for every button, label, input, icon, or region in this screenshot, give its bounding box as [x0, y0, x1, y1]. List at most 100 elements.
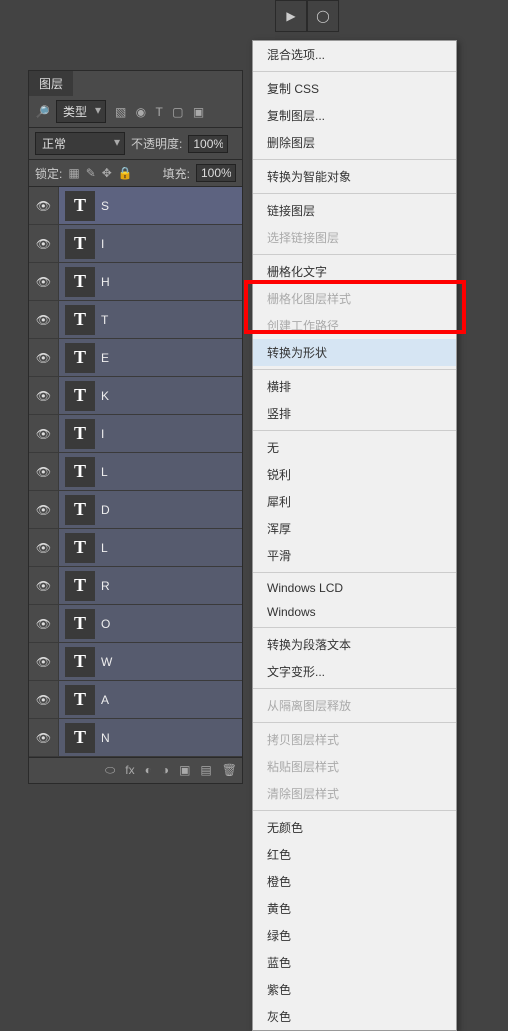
menu-separator — [253, 159, 456, 160]
layer-row[interactable]: 👁TK — [29, 377, 242, 415]
layer-name-label: E — [101, 351, 109, 365]
lock-move-icon[interactable]: ✥ — [102, 166, 112, 180]
trash-icon[interactable]: 🗑 — [222, 763, 237, 778]
menu-item: 清除图层样式 — [253, 780, 456, 807]
link-icon[interactable]: ⬭ — [105, 763, 115, 778]
type-layer-thumb: T — [65, 571, 95, 601]
visibility-eye-icon[interactable]: 👁 — [29, 605, 59, 642]
menu-item[interactable]: 黄色 — [253, 895, 456, 922]
type-layer-thumb: T — [65, 609, 95, 639]
lock-pixels-icon[interactable]: ▦ — [68, 166, 79, 180]
menu-separator — [253, 254, 456, 255]
menu-item[interactable]: 栅格化文字 — [253, 258, 456, 285]
lock-brush-icon[interactable]: ✎ — [86, 166, 96, 180]
menu-item[interactable]: 灰色 — [253, 1003, 456, 1030]
menu-item[interactable]: 复制图层... — [253, 102, 456, 129]
visibility-eye-icon[interactable]: 👁 — [29, 681, 59, 718]
visibility-eye-icon[interactable]: 👁 — [29, 415, 59, 452]
layer-name-label: N — [101, 731, 110, 745]
type-layer-thumb: T — [65, 267, 95, 297]
layer-row[interactable]: 👁TN — [29, 719, 242, 757]
menu-item[interactable]: 链接图层 — [253, 197, 456, 224]
fx-icon[interactable]: fx — [125, 763, 134, 778]
blend-mode-dropdown[interactable]: 正常 — [35, 132, 125, 155]
visibility-eye-icon[interactable]: 👁 — [29, 453, 59, 490]
layer-row[interactable]: 👁TW — [29, 643, 242, 681]
mask-icon[interactable]: ◐ — [145, 763, 152, 778]
menu-item[interactable]: 红色 — [253, 841, 456, 868]
type-layer-thumb: T — [65, 533, 95, 563]
type-layer-thumb: T — [65, 343, 95, 373]
layer-row[interactable]: 👁TL — [29, 453, 242, 491]
filter-smart-icon[interactable]: ▣ — [193, 105, 204, 119]
menu-item[interactable]: 转换为形状 — [253, 339, 456, 366]
menu-item[interactable]: 浑厚 — [253, 515, 456, 542]
layer-row[interactable]: 👁TT — [29, 301, 242, 339]
type-layer-thumb: T — [65, 495, 95, 525]
lock-label: 锁定: — [35, 165, 62, 182]
visibility-eye-icon[interactable]: 👁 — [29, 529, 59, 566]
layer-row[interactable]: 👁TA — [29, 681, 242, 719]
filter-type-dropdown[interactable]: 类型 — [56, 100, 106, 123]
menu-item[interactable]: 复制 CSS — [253, 75, 456, 102]
menu-item[interactable]: 删除图层 — [253, 129, 456, 156]
visibility-eye-icon[interactable]: 👁 — [29, 339, 59, 376]
menu-item[interactable]: 横排 — [253, 373, 456, 400]
panel-tab-layers[interactable]: 图层 — [29, 71, 73, 96]
type-layer-thumb: T — [65, 381, 95, 411]
menu-item[interactable]: 转换为智能对象 — [253, 163, 456, 190]
lasso-tool[interactable]: ◯ — [307, 0, 339, 32]
menu-separator — [253, 810, 456, 811]
menu-item[interactable]: 无颜色 — [253, 814, 456, 841]
filter-fx-icon[interactable]: ◉ — [136, 105, 146, 119]
menu-item[interactable]: 混合选项... — [253, 41, 456, 68]
layer-name-label: K — [101, 389, 109, 403]
visibility-eye-icon[interactable]: 👁 — [29, 225, 59, 262]
visibility-eye-icon[interactable]: 👁 — [29, 643, 59, 680]
filter-row: 🔎 类型 ▧ ◉ T ▢ ▣ — [29, 96, 242, 128]
filter-text-icon[interactable]: T — [155, 105, 162, 119]
opacity-input[interactable] — [188, 135, 228, 153]
fill-input[interactable] — [196, 164, 236, 182]
visibility-eye-icon[interactable]: 👁 — [29, 377, 59, 414]
menu-item[interactable]: Windows LCD — [253, 576, 456, 600]
menu-item[interactable]: 转换为段落文本 — [253, 631, 456, 658]
menu-item[interactable]: 犀利 — [253, 488, 456, 515]
menu-item[interactable]: 文字变形... — [253, 658, 456, 685]
new-layer-icon[interactable]: ▤ — [200, 763, 211, 778]
layer-row[interactable]: 👁TO — [29, 605, 242, 643]
layer-row[interactable]: 👁TL — [29, 529, 242, 567]
play-tool[interactable]: ▶ — [275, 0, 307, 32]
visibility-eye-icon[interactable]: 👁 — [29, 263, 59, 300]
lock-all-icon[interactable]: 🔒 — [118, 166, 133, 180]
visibility-eye-icon[interactable]: 👁 — [29, 301, 59, 338]
menu-item[interactable]: 平滑 — [253, 542, 456, 569]
visibility-eye-icon[interactable]: 👁 — [29, 567, 59, 604]
layer-row[interactable]: 👁TI — [29, 415, 242, 453]
visibility-eye-icon[interactable]: 👁 — [29, 187, 59, 224]
menu-item[interactable]: 紫色 — [253, 976, 456, 1003]
menu-item[interactable]: Windows — [253, 600, 456, 624]
layer-row[interactable]: 👁TD — [29, 491, 242, 529]
filter-shape-icon[interactable]: ▢ — [172, 105, 183, 119]
layer-row[interactable]: 👁TE — [29, 339, 242, 377]
menu-item[interactable]: 竖排 — [253, 400, 456, 427]
filter-image-icon[interactable]: ▧ — [115, 105, 126, 119]
menu-item[interactable]: 绿色 — [253, 922, 456, 949]
adjustment-icon[interactable]: ◑ — [162, 763, 169, 778]
visibility-eye-icon[interactable]: 👁 — [29, 719, 59, 756]
visibility-eye-icon[interactable]: 👁 — [29, 491, 59, 528]
layer-name-label: H — [101, 275, 110, 289]
context-menu: 混合选项...复制 CSS复制图层...删除图层转换为智能对象链接图层选择链接图… — [252, 40, 457, 1031]
layer-row[interactable]: 👁TR — [29, 567, 242, 605]
layer-row[interactable]: 👁TS — [29, 187, 242, 225]
layer-name-label: W — [101, 655, 112, 669]
layer-row[interactable]: 👁TI — [29, 225, 242, 263]
group-icon[interactable]: ▣ — [179, 763, 190, 778]
layer-row[interactable]: 👁TH — [29, 263, 242, 301]
menu-item[interactable]: 蓝色 — [253, 949, 456, 976]
menu-item[interactable]: 橙色 — [253, 868, 456, 895]
menu-item[interactable]: 无 — [253, 434, 456, 461]
menu-item[interactable]: 锐利 — [253, 461, 456, 488]
menu-separator — [253, 430, 456, 431]
